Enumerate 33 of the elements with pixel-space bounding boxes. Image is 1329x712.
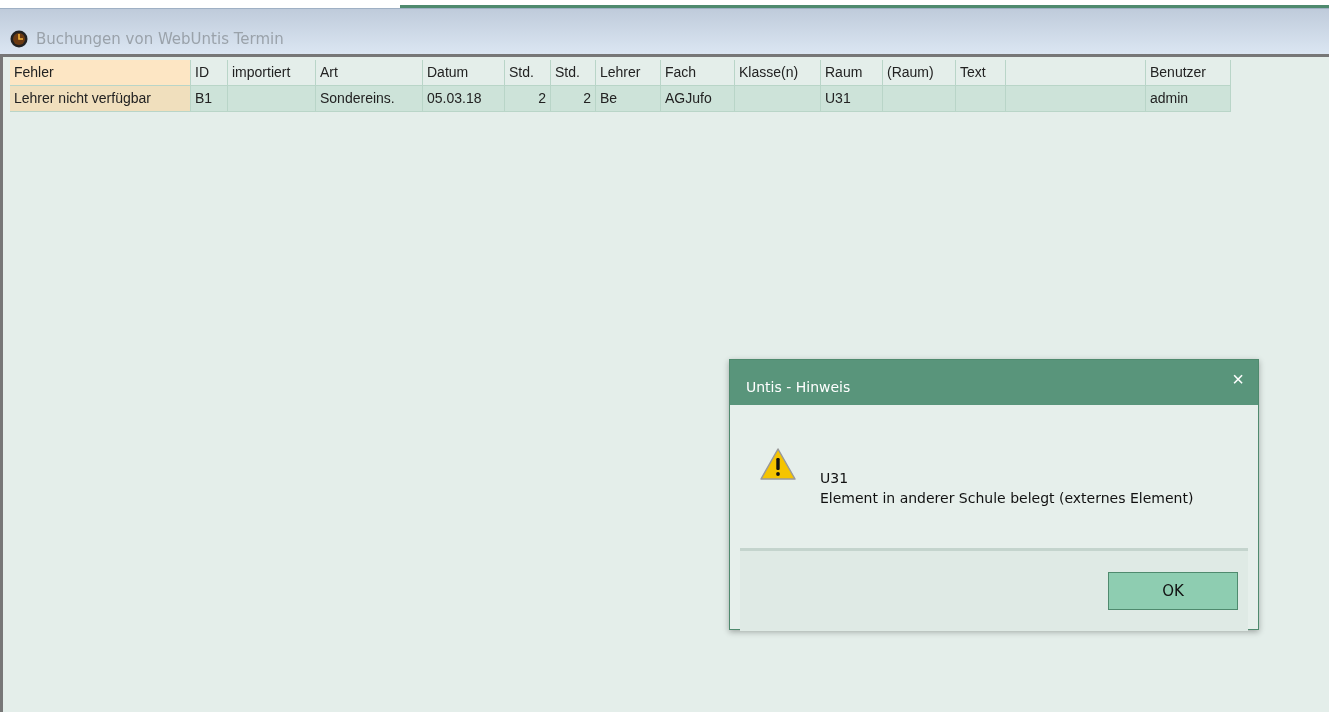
column-header[interactable]: Raum bbox=[821, 60, 883, 86]
ok-button[interactable]: OK bbox=[1108, 572, 1238, 610]
column-header[interactable] bbox=[1006, 60, 1146, 86]
warning-icon bbox=[760, 448, 796, 480]
column-header[interactable]: ID bbox=[191, 60, 228, 86]
table-cell: AGJufo bbox=[661, 86, 735, 112]
column-header[interactable]: (Raum) bbox=[883, 60, 956, 86]
column-header[interactable]: Datum bbox=[423, 60, 505, 86]
table-cell: Sondereins. bbox=[316, 86, 423, 112]
table-cell: Lehrer nicht verfügbar bbox=[10, 86, 191, 112]
clock-icon bbox=[10, 30, 28, 48]
table-cell: 2 bbox=[551, 86, 596, 112]
column-header[interactable]: Fehler bbox=[10, 60, 191, 86]
table-cell: B1 bbox=[191, 86, 228, 112]
table-cell bbox=[956, 86, 1006, 112]
table-cell: Be bbox=[596, 86, 661, 112]
table-cell: admin bbox=[1146, 86, 1231, 112]
table-cell: U31 bbox=[821, 86, 883, 112]
column-header[interactable]: Klasse(n) bbox=[735, 60, 821, 86]
table-cell: 05.03.18 bbox=[423, 86, 505, 112]
message-text: Element in anderer Schule belegt (externes Element) bbox=[820, 489, 1194, 508]
column-header[interactable]: Lehrer bbox=[596, 60, 661, 86]
panel-title: Buchungen von WebUntis Termin bbox=[36, 30, 284, 48]
column-header[interactable]: Benutzer bbox=[1146, 60, 1231, 86]
column-header[interactable]: Std. bbox=[505, 60, 551, 86]
column-header[interactable]: importiert bbox=[228, 60, 316, 86]
column-header[interactable]: Art bbox=[316, 60, 423, 86]
column-header[interactable]: Text bbox=[956, 60, 1006, 86]
table-cell: 2 bbox=[505, 86, 551, 112]
column-header[interactable]: Std. bbox=[551, 60, 596, 86]
message-text: U31 bbox=[820, 469, 850, 488]
column-header[interactable]: Fach bbox=[661, 60, 735, 86]
dialog-title: Untis - Hinweis bbox=[746, 379, 851, 395]
